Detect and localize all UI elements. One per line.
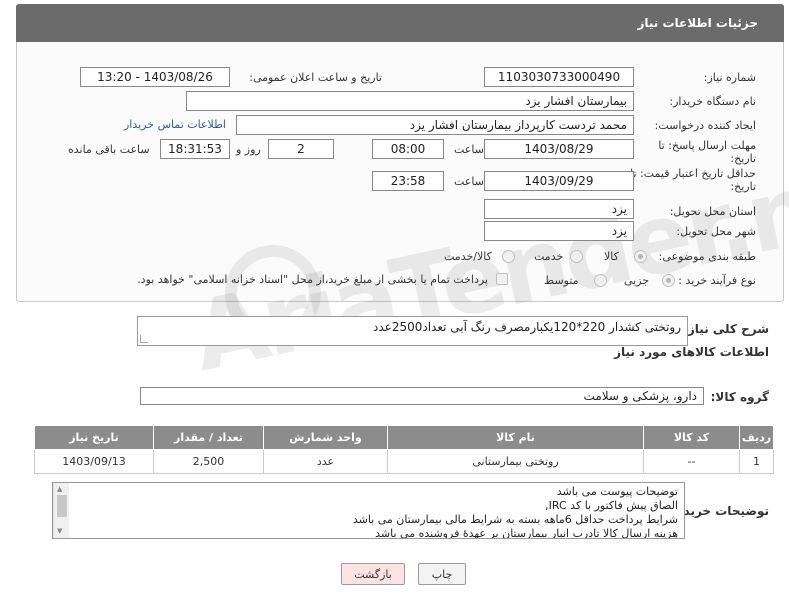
goods-group-field: دارو، پزشکی و سلامت xyxy=(140,387,704,405)
delivery-city-field: یزد xyxy=(484,221,634,241)
price-validity-time-label: ساعت xyxy=(454,175,484,188)
delivery-province-label: استان محل تحویل: xyxy=(669,205,756,218)
category-radio-goods-service[interactable] xyxy=(502,250,515,263)
print-button[interactable]: چاپ xyxy=(418,563,466,585)
delivery-city-label: شهر محل تحویل: xyxy=(676,225,756,238)
col-header-unit: واحد شمارش xyxy=(263,425,388,450)
delivery-province-field: یزد xyxy=(484,199,634,219)
table-row: 1 -- روتختی بیمارستانی عدد 2,500 1403/09… xyxy=(34,449,774,474)
page-title: جزئیات اطلاعات نیاز xyxy=(637,16,758,30)
announce-datetime-field: 1403/08/26 - 13:20 xyxy=(80,67,230,87)
reply-deadline-time-field: 08:00 xyxy=(372,139,444,159)
category-radio-goods[interactable] xyxy=(634,250,647,263)
reply-deadline-label-line1: مهلت ارسال پاسخ: تا xyxy=(658,139,756,152)
cell-row: 1 xyxy=(739,449,774,474)
process-radio-medium[interactable] xyxy=(594,274,607,287)
process-radio-minor[interactable] xyxy=(662,274,675,287)
cell-unit: عدد xyxy=(263,449,388,474)
reply-deadline-label: مهلت ارسال پاسخ: تا تاریخ: xyxy=(658,139,756,165)
notes-scrollbar[interactable]: ▲ ▼ xyxy=(53,483,69,538)
price-validity-label-line2: تاریخ: xyxy=(730,180,756,193)
scrollbar-thumb[interactable] xyxy=(57,495,67,517)
reply-deadline-date-field: 1403/08/29 xyxy=(484,139,634,159)
cell-qty: 2,500 xyxy=(153,449,264,474)
goods-section-title: اطلاعات کالاهای مورد نیاز xyxy=(614,345,769,359)
buyer-notes-textarea[interactable]: ▲ ▼ توضیحات پیوست می باشد الصاق پیش فاکت… xyxy=(52,482,685,539)
purchase-process-label: نوع فرآیند خرید : xyxy=(678,274,756,287)
summary-text: روتختی کشدار 220*120یکبارمصرف رنگ آبی تع… xyxy=(373,320,681,334)
remaining-days-field: 2 xyxy=(268,139,334,159)
items-table: ردیف کد کالا نام کالا واحد شمارش تعداد /… xyxy=(34,425,774,474)
remaining-days-label: روز و xyxy=(236,143,261,156)
summary-label: شرح کلی نیاز: xyxy=(683,322,769,336)
treasury-payment-checkbox[interactable] xyxy=(496,273,508,285)
summary-textarea: روتختی کشدار 220*120یکبارمصرف رنگ آبی تع… xyxy=(137,316,688,346)
price-validity-label-line1: حداقل تاریخ اعتبار قیمت: تا xyxy=(630,167,756,180)
category-option-goods-service: کالا/خدمت xyxy=(444,250,492,263)
category-radio-service[interactable] xyxy=(570,250,583,263)
scroll-up-icon[interactable]: ▲ xyxy=(57,485,62,493)
category-label: طبقه بندی موضوعی: xyxy=(658,250,756,263)
buyer-contact-link[interactable]: اطلاعات تماس خریدار xyxy=(124,118,226,131)
price-validity-time-field: 23:58 xyxy=(372,171,444,191)
panel-header: جزئیات اطلاعات نیاز xyxy=(16,4,784,42)
cell-name: روتختی بیمارستانی xyxy=(387,449,644,474)
process-option-minor: جزیی xyxy=(624,274,650,287)
need-number-label: شماره نیاز: xyxy=(703,71,756,84)
need-number-field: 1103030733000490 xyxy=(484,67,634,87)
remaining-time-label: ساعت باقی مانده xyxy=(68,143,150,156)
notes-line: الصاق پیش فاکتور با کد IRC, xyxy=(545,499,678,512)
goods-group-label: گروه کالا: xyxy=(710,390,769,404)
col-header-date: تاریخ نیاز xyxy=(34,425,154,450)
category-option-goods: کالا xyxy=(604,250,619,263)
col-header-name: نام کالا xyxy=(387,425,644,450)
process-option-medium: متوسط xyxy=(544,274,579,287)
cell-date: 1403/09/13 xyxy=(34,449,154,474)
col-header-qty: تعداد / مقدار xyxy=(153,425,264,450)
scroll-down-icon[interactable]: ▼ xyxy=(57,527,62,535)
notes-line: شرایط پرداخت حداقل 6ماهه بسته به شرایط م… xyxy=(352,513,678,526)
notes-line: توضیحات پیوست می باشد xyxy=(556,485,678,498)
announce-datetime-label: تاریخ و ساعت اعلان عمومی: xyxy=(249,71,382,84)
requester-label: ایجاد کننده درخواست: xyxy=(654,119,756,132)
requester-field: محمد تردست کارپرداز بیمارستان افشار یزد xyxy=(236,115,634,135)
notes-line: هزینه ارسال کالا تادرب انبار بیمارستان ب… xyxy=(375,527,678,539)
col-header-row: ردیف xyxy=(739,425,774,450)
buyer-notes-content: توضیحات پیوست می باشد الصاق پیش فاکتور ب… xyxy=(352,485,678,539)
back-button[interactable]: بازگشت xyxy=(341,563,405,585)
buyer-org-field: بیمارستان افشار یزد xyxy=(186,91,634,111)
price-validity-label: حداقل تاریخ اعتبار قیمت: تا تاریخ: xyxy=(630,167,756,193)
category-option-service: خدمت xyxy=(534,250,564,263)
reply-deadline-time-label: ساعت xyxy=(454,143,484,156)
treasury-payment-note: پرداخت تمام یا بخشی از مبلغ خرید،از محل … xyxy=(137,273,488,286)
col-header-code: کد کالا xyxy=(643,425,740,450)
remaining-time-field: 18:31:53 xyxy=(160,139,230,159)
resize-handle-icon[interactable] xyxy=(140,335,148,343)
reply-deadline-label-line2: تاریخ: xyxy=(730,152,756,165)
cell-code: -- xyxy=(643,449,740,474)
buyer-org-label: نام دستگاه خریدار: xyxy=(669,95,756,108)
price-validity-date-field: 1403/09/29 xyxy=(484,171,634,191)
